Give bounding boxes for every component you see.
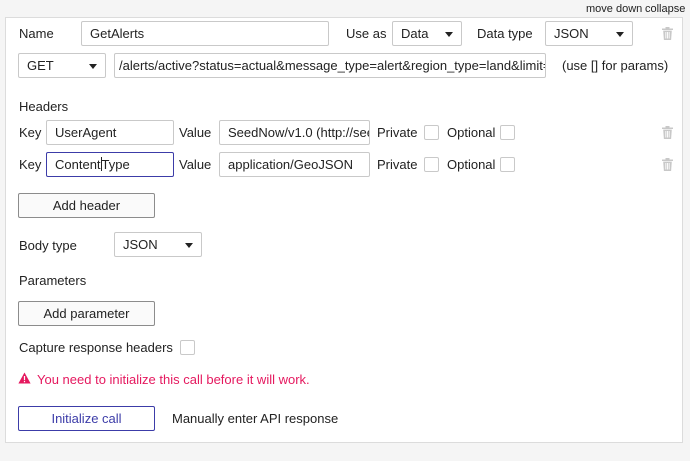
data-type-label: Data type (477, 26, 533, 41)
url-params-hint: (use [] for params) (562, 58, 669, 73)
url-input[interactable]: /alerts/active?status=actual&message_typ… (114, 53, 546, 78)
header-key-input[interactable]: ContentType (46, 152, 174, 177)
api-call-panel: Name GetAlerts Use as Data Data type JSO… (5, 17, 683, 443)
move-down-link[interactable]: move down (586, 3, 642, 15)
header-key-label: Key (19, 157, 42, 172)
header-optional-checkbox[interactable] (500, 125, 515, 140)
name-input[interactable]: GetAlerts (81, 21, 329, 46)
warning-icon (18, 372, 31, 384)
use-as-select[interactable]: Data (392, 21, 462, 46)
header-value-input[interactable]: application/GeoJSON (219, 152, 370, 177)
data-type-value: JSON (554, 26, 589, 41)
initialize-warning-text: You need to initialize this call before … (37, 372, 310, 387)
header-optional-label: Optional (447, 125, 496, 140)
add-parameter-button[interactable]: Add parameter (18, 301, 155, 326)
header-private-label: Private (377, 157, 418, 172)
name-label: Name (19, 26, 54, 41)
method-value: GET (27, 58, 54, 73)
chevron-down-icon (616, 32, 624, 37)
body-type-label: Body type (19, 238, 77, 253)
header-key-text-after-caret: Type (101, 157, 130, 172)
use-as-value: Data (401, 26, 429, 41)
trash-icon[interactable] (662, 126, 673, 139)
headers-section-label: Headers (19, 99, 69, 114)
collapse-link[interactable]: collapse (645, 3, 685, 15)
capture-response-headers-checkbox[interactable] (180, 340, 195, 355)
header-private-checkbox[interactable] (424, 157, 439, 172)
header-optional-checkbox[interactable] (500, 157, 515, 172)
header-private-label: Private (377, 125, 418, 140)
body-type-value: JSON (123, 237, 158, 252)
use-as-label: Use as (346, 26, 387, 41)
body-type-select[interactable]: JSON (114, 232, 202, 257)
header-value-label: Value (179, 157, 212, 172)
initialize-call-button[interactable]: Initialize call (18, 406, 155, 431)
manually-enter-response-link[interactable]: Manually enter API response (172, 411, 338, 427)
chevron-down-icon (89, 64, 97, 69)
parameters-section-label: Parameters (19, 273, 87, 288)
header-value-input[interactable]: SeedNow/v1.0 (http://see (219, 120, 370, 145)
header-key-input[interactable]: UserAgent (46, 120, 174, 145)
header-private-checkbox[interactable] (424, 125, 439, 140)
trash-icon[interactable] (662, 158, 673, 171)
header-optional-label: Optional (447, 157, 496, 172)
header-value-label: Value (179, 125, 212, 140)
method-select[interactable]: GET (18, 53, 106, 78)
data-type-select[interactable]: JSON (545, 21, 633, 46)
trash-icon[interactable] (662, 27, 673, 40)
header-key-label: Key (19, 125, 42, 140)
chevron-down-icon (445, 32, 453, 37)
header-key-text-before-caret: Content (55, 157, 101, 172)
capture-response-headers-label: Capture response headers (19, 340, 173, 355)
chevron-down-icon (185, 243, 193, 248)
add-header-button[interactable]: Add header (18, 193, 155, 218)
